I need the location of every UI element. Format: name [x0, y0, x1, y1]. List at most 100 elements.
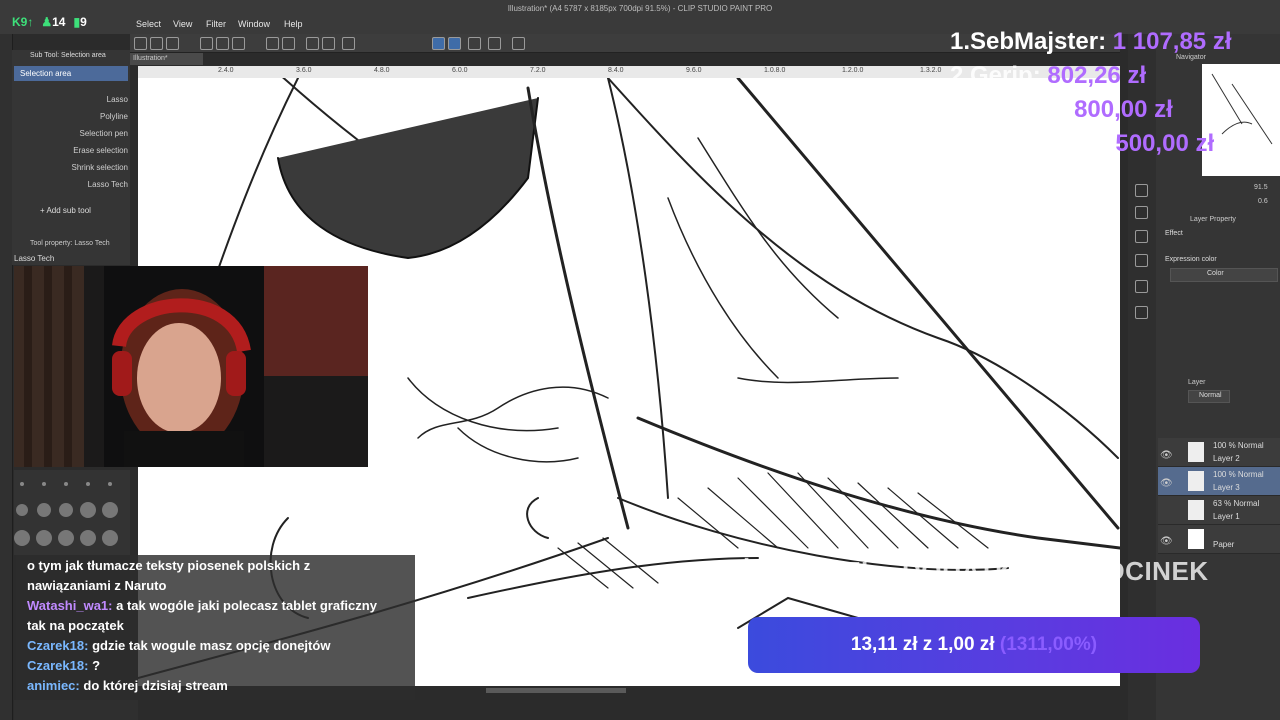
color-option: Color [1207, 270, 1224, 277]
redo-icon[interactable] [282, 37, 295, 50]
chat-message: tak na początek [27, 618, 124, 633]
stat-followers: ♟14 [41, 15, 66, 29]
chat-message: animiec: do której dzisiaj stream [27, 678, 228, 693]
add-subtool-button[interactable]: + Add sub tool [40, 206, 91, 215]
chat-overlay: o tym jak tłumacze teksty piosenek polsk… [16, 555, 415, 700]
subtool-item-shrink-selection[interactable]: Shrink selection [14, 160, 128, 175]
panel-icon[interactable] [1135, 230, 1148, 243]
menu-filter[interactable]: Filter [206, 19, 226, 29]
panel-icon[interactable] [1135, 206, 1148, 219]
leaderboard-name: 2.Gerip: [950, 62, 1041, 89]
chat-user: Watashi_wa1: [27, 598, 113, 613]
effect-label: Effect [1165, 230, 1183, 237]
undo-icon[interactable] [266, 37, 279, 50]
transform-icon[interactable] [306, 37, 319, 50]
streamer-video [14, 266, 368, 467]
snap-special-icon[interactable] [448, 37, 461, 50]
chat-message: Czarek18: ? [27, 658, 100, 673]
subtool-item-lasso-tech[interactable]: Lasso Tech [14, 177, 128, 192]
layer-row-active[interactable]: 100 % Normal Layer 3 [1158, 467, 1280, 496]
menu-help[interactable]: Help [284, 19, 303, 29]
blend-mode-select[interactable]: Normal [1188, 390, 1230, 403]
canvas-tab[interactable]: Illustration* [130, 53, 203, 65]
leaderboard-amount: 800,00 zł [1074, 96, 1173, 123]
navigator-thumbnail [1211, 73, 1273, 145]
select-all-icon[interactable] [322, 37, 335, 50]
goal-target: 1,00 zł [937, 634, 995, 655]
leaderboard-amount: 1 107,85 zł [1112, 28, 1232, 55]
layer-thumbnail [1188, 442, 1204, 462]
subtool-item-polyline[interactable]: Polyline [14, 109, 128, 124]
layer-row[interactable]: Paper [1158, 525, 1280, 554]
layer-row[interactable]: 63 % Normal Layer 1 [1158, 496, 1280, 525]
layer-row[interactable]: 100 % Normal Layer 2 [1158, 438, 1280, 467]
fill-icon[interactable] [232, 37, 245, 50]
brush-size-palette [14, 470, 130, 555]
ruler-tick: 2.4.0 [218, 67, 234, 74]
chat-text: nawiązaniami z Naruto [27, 578, 167, 593]
lock-icon[interactable] [512, 37, 525, 50]
goal-header: KAŻDE 200ZŁ - DODATKOWY ODCINEK [700, 556, 1209, 586]
subtool-item-lasso[interactable]: Lasso [14, 92, 128, 107]
leaderboard-name: 1.SebMajster: [950, 28, 1107, 55]
eye-icon[interactable]: 👁 [1160, 450, 1173, 461]
subtool-item-erase-selection[interactable]: Erase selection [14, 143, 128, 158]
settings-icon[interactable] [166, 37, 179, 50]
layer-property-label: Layer Property [1190, 216, 1236, 223]
stream-stats: K9↑ ♟14 ▮9 [12, 15, 87, 29]
chat-text: ? [92, 658, 101, 673]
crop-icon[interactable] [342, 37, 355, 50]
leaderboard-entry-2: 2.Gerip: 802,26 zł [950, 62, 1146, 90]
leaderboard-name: 3.meti314: [950, 96, 1068, 123]
ruler-tick: 3.6.0 [296, 67, 312, 74]
panel-icon[interactable] [1135, 306, 1148, 319]
blend-mode-value: Normal [1199, 392, 1222, 399]
snap-ruler-icon[interactable] [432, 37, 445, 50]
layer-opacity-mode: 100 % Normal [1213, 441, 1264, 450]
rotate-value: 0.6 [1258, 198, 1268, 205]
add-subtool-label: Add sub tool [46, 206, 91, 215]
menu-window[interactable]: Window [238, 19, 270, 29]
panel-icon[interactable] [1135, 254, 1148, 267]
panel-icon[interactable] [1135, 280, 1148, 293]
ruler-icon[interactable] [468, 37, 481, 50]
leaderboard-entry-4: 4.dasztangv1: 500,00 zł [950, 130, 1214, 158]
ruler-tick: 6.0.0 [452, 67, 468, 74]
menu-view[interactable]: View [173, 19, 192, 29]
zoom-value: 91.5 [1254, 184, 1268, 191]
subtool-item-selection-pen[interactable]: Selection pen [14, 126, 128, 141]
stat-k: K9↑ [12, 15, 34, 29]
navigator-preview[interactable] [1202, 64, 1280, 176]
chat-text: a tak wogóle jaki polecasz tablet grafic… [116, 598, 377, 613]
chat-text: tak na początek [27, 618, 124, 633]
goal-percent: (1311,00%) [999, 634, 1098, 655]
subtool-item-selection-area[interactable]: Selection area [14, 66, 128, 81]
chat-user: Czarek18: [27, 658, 89, 673]
chat-message: nawiązaniami z Naruto [27, 578, 166, 593]
eye-icon[interactable]: 👁 [1160, 536, 1173, 547]
layer-name: Layer 2 [1213, 454, 1240, 463]
ruler-tick: 8.4.0 [608, 67, 624, 74]
chat-text: gdzie tak wogule masz opcję donejtów [92, 638, 331, 653]
layer-tab-label[interactable]: Layer [1188, 379, 1206, 386]
copy-icon[interactable] [200, 37, 213, 50]
panel-icon[interactable] [1135, 184, 1148, 197]
grid-icon[interactable] [488, 37, 501, 50]
donation-goal-bar: 13,11 zł z 1,00 zł (1311,00%) [748, 617, 1200, 673]
expression-color-label: Expression color [1165, 256, 1217, 263]
eye-icon[interactable]: 👁 [1160, 478, 1173, 489]
paste-icon[interactable] [216, 37, 229, 50]
menu-icon[interactable] [134, 37, 147, 50]
horizontal-scrollbar[interactable] [486, 688, 626, 693]
chat-user: Czarek18: [27, 638, 89, 653]
layer-opacity-mode: 100 % Normal [1213, 470, 1264, 479]
goal-separator: z [922, 634, 933, 655]
brush-size-dots[interactable] [14, 470, 130, 555]
ruler-tick: 1.2.0.0 [842, 67, 864, 74]
leaderboard-entry-3: 3.meti314: 800,00 zł [950, 96, 1173, 124]
menu-select[interactable]: Select [136, 19, 161, 29]
chat-message: Watashi_wa1: a tak wogóle jaki polecasz … [27, 598, 377, 613]
expression-color-select[interactable]: Color [1170, 268, 1278, 282]
edit-icon[interactable] [150, 37, 163, 50]
leaderboard-name: 4.dasztangv1: [950, 130, 1109, 157]
